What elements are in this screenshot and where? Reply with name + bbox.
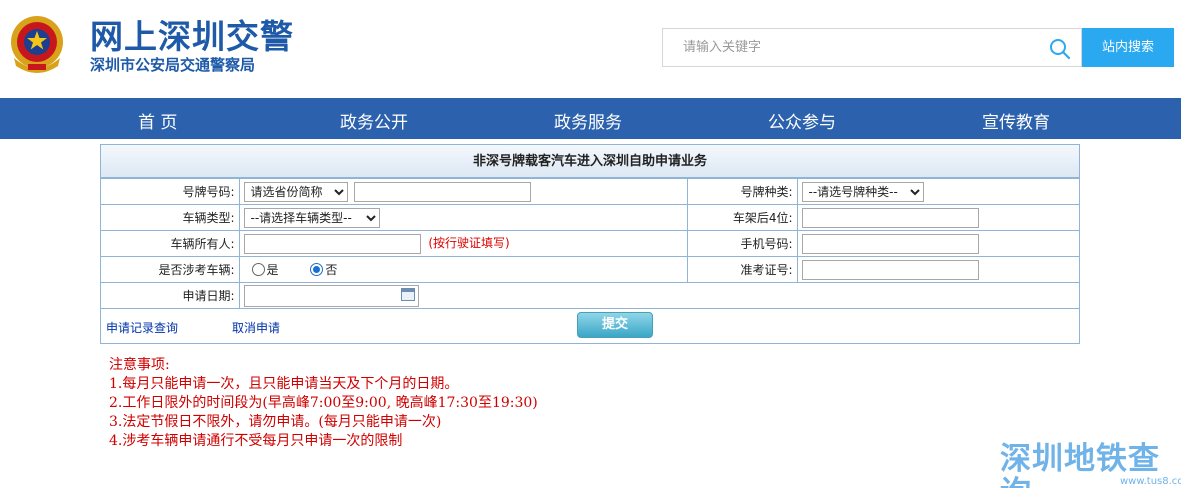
phone-label: 手机号码: [686,230,798,257]
exam-yes-label: 是 [266,262,279,277]
form-row: 号牌号码: 请选省份简称 号牌种类: --请选号牌种类-- [101,178,1079,205]
watermark-url: www.tus8.com [1120,476,1181,487]
nav-item-education[interactable]: 宣传教育 [982,112,1050,134]
records-query-link[interactable]: 申请记录查询 [106,319,178,336]
calendar-icon[interactable] [400,287,415,301]
apply-date-label: 申请日期: [101,282,240,309]
application-form: 非深号牌载客汽车进入深圳自助申请业务 号牌号码: 请选省份简称 号牌种类: --… [100,144,1080,344]
form-actions: 申请记录查询 取消申请 提交 [101,309,1079,343]
form-row: 申请日期: [101,282,1079,309]
frame-last4-input[interactable] [801,207,979,228]
exam-no-radio[interactable] [310,262,324,276]
nav-item-government-affairs[interactable]: 政务公开 [340,112,408,134]
plate-type-select[interactable]: --请选号牌种类-- [801,181,924,202]
frame-last4-cell [796,204,1079,231]
note-item: 4.涉考车辆申请通行不受每月只申请一次的限制 [109,433,403,449]
apply-date-cell [238,282,1079,309]
exam-cert-label: 准考证号: [686,256,798,283]
plate-number-label: 号牌号码: [101,178,240,205]
note-item: 1.每月只能申请一次，且只能申请当天及下个月的日期。 [109,376,459,392]
vehicle-type-label: 车辆类型: [101,204,240,231]
plate-type-cell: --请选号牌种类-- [796,178,1079,205]
owner-hint: (按行驶证填写) [428,236,510,250]
plate-type-label: 号牌种类: [686,178,798,205]
owner-label: 车辆所有人: [101,230,240,257]
plate-number-cell: 请选省份简称 [238,178,688,205]
exam-cert-input [801,259,979,280]
note-item: 3.法定节假日不限外，请勿申请。(每月只能申请一次) [109,414,442,430]
form-table: 号牌号码: 请选省份简称 号牌种类: --请选号牌种类-- 车辆类型: --请选… [101,178,1079,309]
exam-vehicle-label: 是否涉考车辆: [101,256,240,283]
notes-heading: 注意事项: [109,357,170,373]
exam-no-label: 否 [325,262,338,277]
main-nav: 首 页 政务公开 政务服务 公众参与 宣传教育 [0,98,1181,139]
frame-last4-label: 车架后4位: [686,204,798,231]
exam-yes-option[interactable]: 是 [244,261,279,278]
form-title: 非深号牌载客汽车进入深圳自助申请业务 [101,145,1079,178]
plate-number-input[interactable] [354,181,532,202]
nav-item-home[interactable]: 首 页 [138,112,177,134]
phone-cell [796,230,1079,257]
exam-cert-cell [796,256,1079,283]
form-row: 车辆类型: --请选择车辆类型-- 车架后4位: [101,204,1079,231]
form-row: 车辆所有人: (按行驶证填写) 手机号码: [101,230,1079,257]
search-box [662,28,1082,67]
submit-button[interactable]: 提交 [577,312,653,338]
vehicle-type-select[interactable]: --请选择车辆类型-- [243,207,380,228]
owner-input[interactable] [243,233,421,254]
vehicle-type-cell: --请选择车辆类型-- [238,204,688,231]
apply-date-picker [243,284,419,307]
police-emblem-logo [8,14,66,78]
note-item: 2.工作日限外的时间段为(早高峰7:00至9:00, 晚高峰17:30至19:3… [109,395,538,411]
search-button[interactable]: 站内搜索 [1082,28,1174,67]
cancel-application-link[interactable]: 取消申请 [232,319,280,336]
search-input[interactable] [663,29,1043,66]
notes: 注意事项: 1.每月只能申请一次，且只能申请当天及下个月的日期。 2.工作日限外… [109,356,538,451]
phone-input[interactable] [801,233,979,254]
search-icon[interactable] [1049,38,1071,60]
form-row: 是否涉考车辆: 是 否 准考证号: [101,256,1079,283]
exam-yes-radio[interactable] [251,262,265,276]
exam-no-option[interactable]: 否 [302,261,337,278]
site-title: 网上深圳交警 [90,17,294,56]
owner-cell: (按行驶证填写) [238,230,688,257]
nav-item-public-participation[interactable]: 公众参与 [768,112,836,134]
plate-province-select[interactable]: 请选省份简称 [243,181,348,202]
nav-item-government-services[interactable]: 政务服务 [554,112,622,134]
exam-vehicle-cell: 是 否 [238,256,688,283]
apply-date-input[interactable] [243,284,419,307]
site-subtitle: 深圳市公安局交通警察局 [90,56,256,74]
